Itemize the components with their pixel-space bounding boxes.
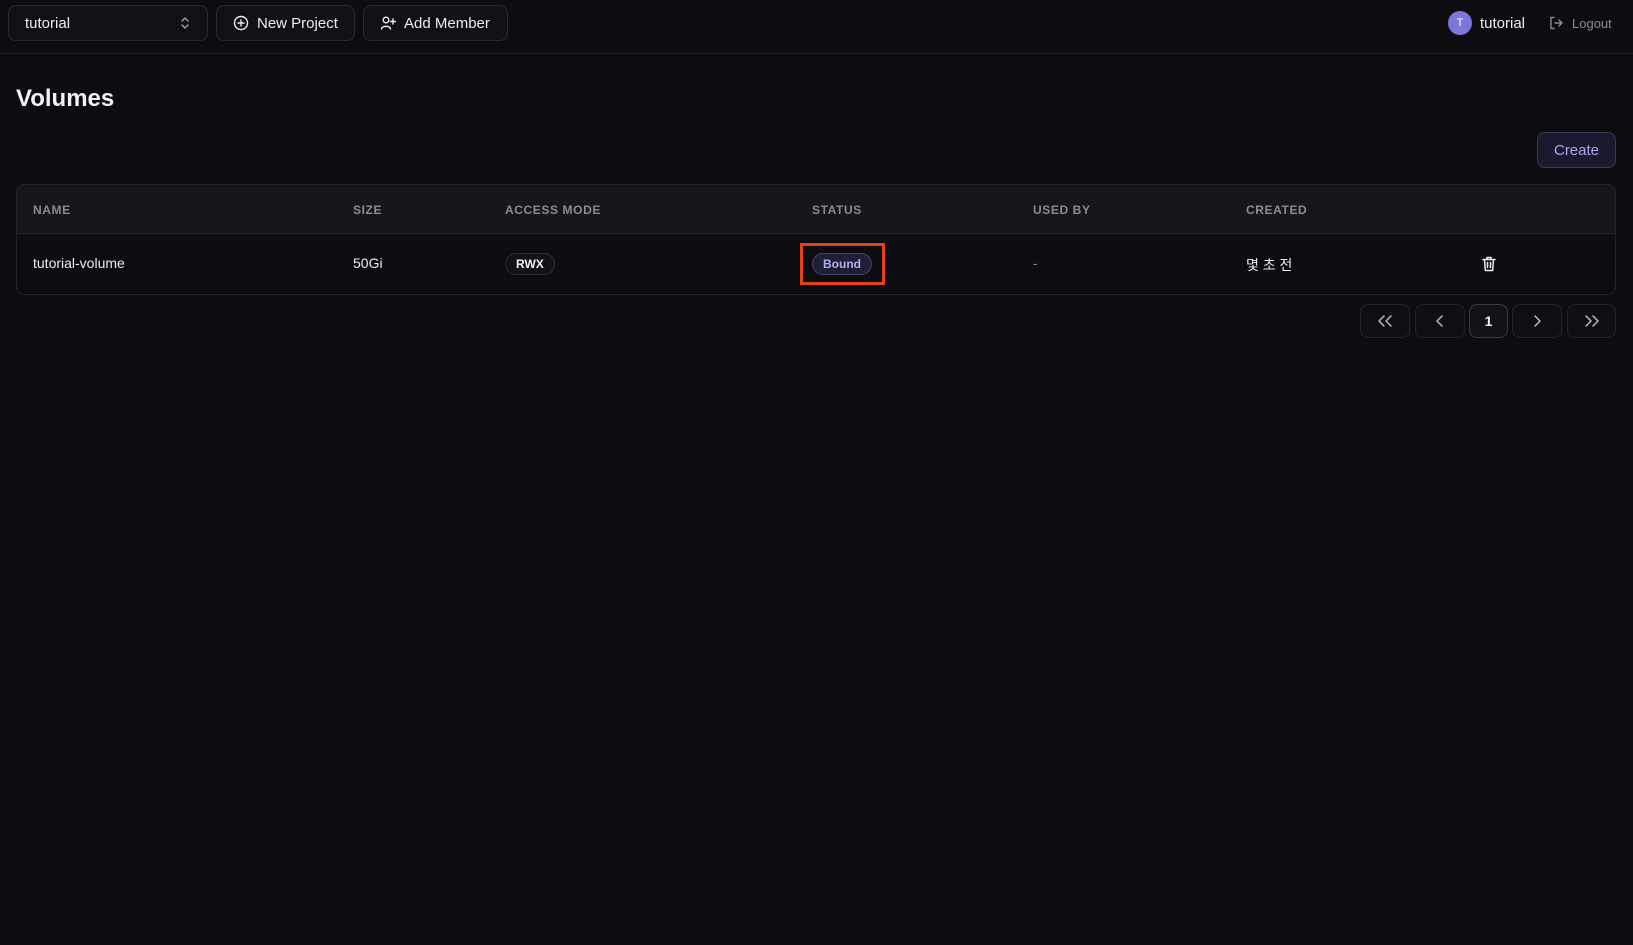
previous-page-button[interactable] [1415,304,1465,338]
add-member-label: Add Member [404,14,490,32]
new-project-button[interactable]: New Project [216,5,355,41]
page-title: Volumes [16,85,115,112]
column-header-status: STATUS [812,203,862,217]
status-badge: Bound [812,253,872,275]
first-page-button[interactable] [1360,304,1410,338]
table-row[interactable]: tutorial-volume 50Gi RWX Bound - 몇 초 전 [17,234,1615,294]
project-selector-value: tutorial [25,14,71,32]
new-project-label: New Project [257,14,338,32]
user-menu[interactable]: T tutorial [1447,11,1525,35]
project-selector[interactable]: tutorial [8,5,208,41]
table-header: NAME SIZE ACCESS MODE STATUS USED BY CRE… [17,185,1615,234]
volume-size: 50Gi [353,255,383,271]
logout-icon [1548,15,1564,31]
column-header-name: NAME [33,203,71,217]
created-value: 몇 초 전 [1246,257,1293,273]
top-bar: tutorial New Project Add Member T tutori… [0,0,1633,54]
column-header-size: SIZE [353,203,383,217]
add-member-button[interactable]: Add Member [363,5,508,41]
logout-label: Logout [1572,15,1612,31]
chevrons-left-icon [1376,313,1394,329]
chevron-updown-icon [179,15,191,31]
page-number-button[interactable]: 1 [1469,304,1508,338]
create-button[interactable]: Create [1537,132,1616,168]
access-mode-badge: RWX [505,253,555,275]
avatar: T [1447,11,1472,35]
column-header-created: CREATED [1246,203,1308,217]
chevron-right-icon [1531,313,1543,329]
volumes-table: NAME SIZE ACCESS MODE STATUS USED BY CRE… [16,184,1616,295]
chevrons-right-icon [1583,313,1601,329]
user-name: tutorial [1479,14,1525,32]
column-header-access-mode: ACCESS MODE [505,203,601,217]
plus-circle-icon [233,15,249,31]
chevron-left-icon [1434,313,1446,329]
user-plus-icon [380,15,396,31]
used-by-value: - [1033,255,1038,271]
last-page-button[interactable] [1567,304,1616,338]
volume-name: tutorial-volume [33,255,125,271]
trash-icon[interactable] [1479,254,1499,274]
next-page-button[interactable] [1512,304,1562,338]
column-header-used-by: USED BY [1033,203,1091,217]
logout-button[interactable]: Logout [1548,11,1612,35]
